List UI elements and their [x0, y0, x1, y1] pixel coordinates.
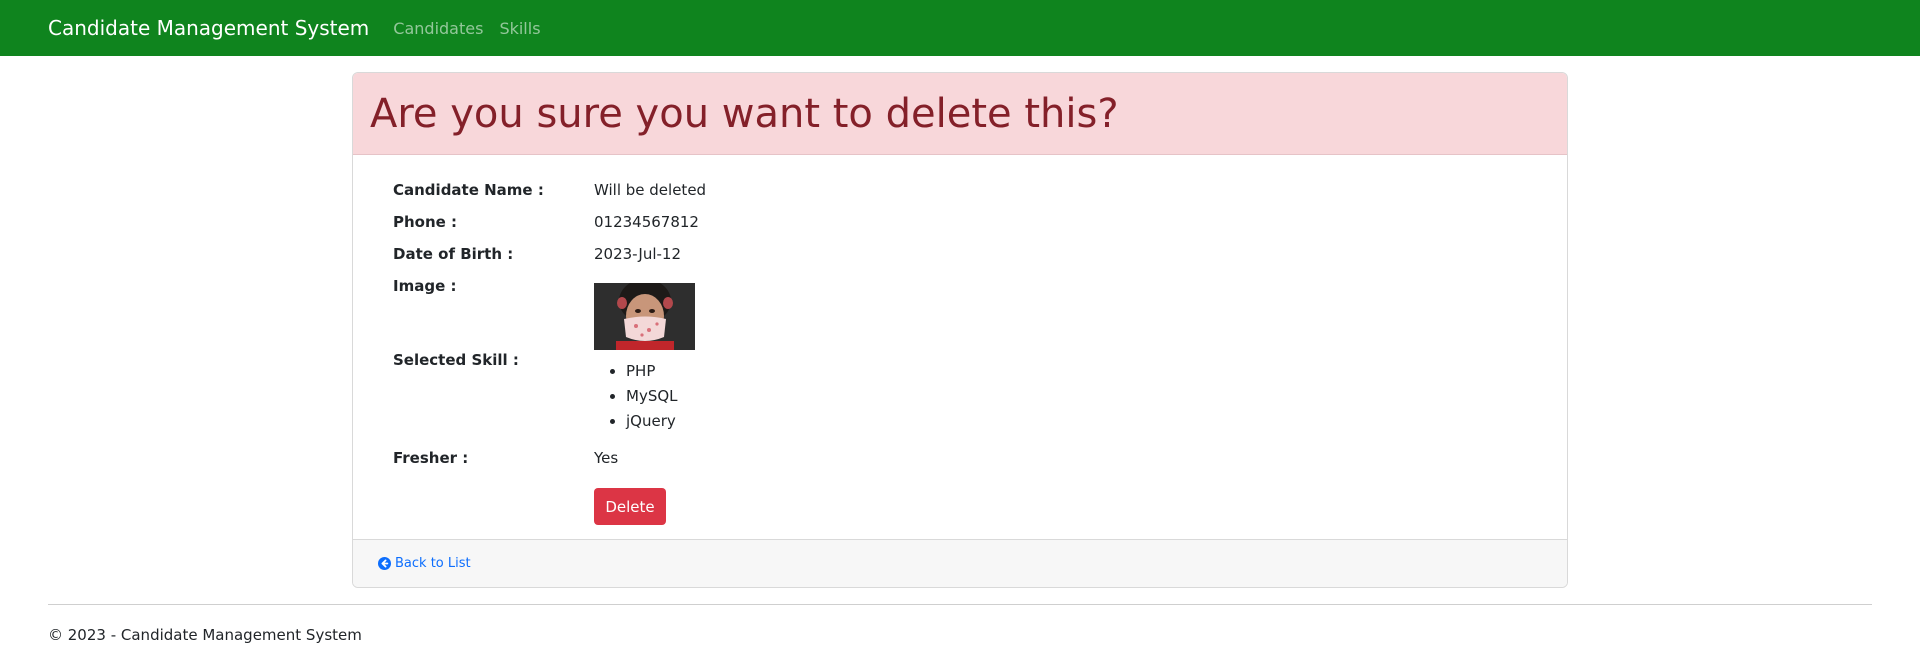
list-item: jQuery [626, 409, 678, 434]
phone-value: 01234567812 [594, 213, 699, 231]
top-navbar: Candidate Management System Candidates S… [0, 0, 1920, 56]
dob-label: Date of Birth : [393, 245, 514, 263]
dob-value: 2023-Jul-12 [594, 245, 682, 263]
skills-list: PHP MySQL jQuery [594, 359, 678, 434]
phone-label: Phone : [393, 213, 458, 231]
footer-divider [48, 604, 1872, 605]
candidate-photo [594, 283, 695, 350]
fresher-value: Yes [594, 449, 619, 467]
image-label: Image : [393, 277, 457, 295]
candidate-name-label: Candidate Name : [393, 181, 544, 199]
arrow-circle-left-icon [378, 557, 391, 570]
brand-link[interactable]: Candidate Management System [48, 16, 369, 40]
fresher-label: Fresher : [393, 449, 469, 467]
card-body: Candidate Name : Will be deleted Phone :… [353, 155, 1567, 539]
candidate-name-value: Will be deleted [594, 181, 707, 199]
copyright-text: © 2023 - Candidate Management System [48, 626, 362, 644]
list-item: PHP [626, 359, 678, 384]
skills-label: Selected Skill : [393, 351, 519, 369]
delete-button[interactable]: Delete [594, 488, 666, 525]
list-item: MySQL [626, 384, 678, 409]
confirm-heading: Are you sure you want to delete this? [370, 90, 1119, 137]
nav-link-skills[interactable]: Skills [499, 19, 540, 38]
back-to-list-label: Back to List [395, 556, 471, 571]
back-to-list-link[interactable]: Back to List [378, 556, 471, 571]
card-footer: Back to List [353, 539, 1567, 587]
delete-confirm-card: Are you sure you want to delete this? Ca… [352, 72, 1568, 588]
candidate-photo-graphic [594, 283, 695, 350]
nav-link-candidates[interactable]: Candidates [393, 19, 483, 38]
card-header: Are you sure you want to delete this? [353, 73, 1567, 155]
